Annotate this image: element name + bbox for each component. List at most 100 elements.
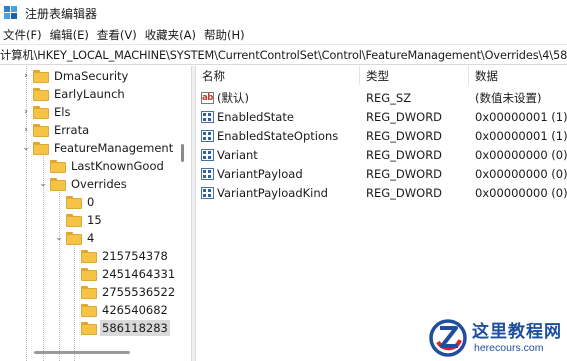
expander-icon <box>68 304 80 316</box>
value-data: 0x00000001 (1) <box>475 128 567 143</box>
column-header-data[interactable]: 数据 <box>469 66 567 85</box>
tree-item-label[interactable]: EarlyLaunch <box>52 86 127 102</box>
tree-item-label[interactable]: Els <box>52 104 72 120</box>
folder-icon <box>66 195 82 209</box>
tree-item[interactable]: ⌄ Overrides <box>37 175 129 193</box>
tree-item-label[interactable]: Errata <box>52 122 91 138</box>
address-bar[interactable]: 计算机\HKEY_LOCAL_MACHINE\SYSTEM\CurrentCon… <box>0 44 567 65</box>
menu-file[interactable]: 文件(F) <box>0 27 47 43</box>
folder-icon <box>50 159 66 173</box>
tree-item[interactable]: EarlyLaunch <box>20 85 127 103</box>
tree-item-label[interactable]: Overrides <box>69 176 129 192</box>
expander-icon[interactable]: › <box>20 70 32 82</box>
value-row[interactable]: VariantPayload REG_DWORD 0x00000000 (0) <box>196 164 567 183</box>
tree-item[interactable]: 426540682 <box>68 301 170 319</box>
value-data: 0x00000000 (0) <box>475 147 567 162</box>
column-header-name[interactable]: 名称 <box>196 66 360 85</box>
value-data: 0x00000000 (0) <box>475 166 567 181</box>
tree-item-label[interactable]: 15 <box>85 212 104 228</box>
folder-icon <box>66 231 82 245</box>
value-name: VariantPayload <box>217 166 303 181</box>
tree-item[interactable]: LastKnownGood <box>37 157 166 175</box>
expander-icon <box>68 322 80 334</box>
expander-icon[interactable]: › <box>20 106 32 118</box>
value-row[interactable]: ab (默认) REG_SZ (数值未设置) <box>196 88 567 107</box>
tree-item-label[interactable]: 0 <box>85 194 96 210</box>
folder-icon <box>33 123 49 137</box>
scrollbar-thumb[interactable] <box>181 144 184 162</box>
folder-icon <box>81 321 97 335</box>
site-watermark: 这里教程网 herecours.com <box>422 315 567 361</box>
value-row[interactable]: EnabledState REG_DWORD 0x00000001 (1) <box>196 107 567 126</box>
tree-horizontal-scrollbar[interactable] <box>0 346 178 361</box>
expander-icon[interactable]: ⌄ <box>20 142 32 154</box>
folder-icon <box>81 285 97 299</box>
value-row[interactable]: Variant REG_DWORD 0x00000000 (0) <box>196 145 567 164</box>
tree-item[interactable]: ⌄ 4 <box>53 229 96 247</box>
tree-item-label[interactable]: 215754378 <box>100 248 170 264</box>
menu-view[interactable]: 查看(V) <box>94 27 142 43</box>
expander-icon <box>20 88 32 100</box>
value-name: (默认) <box>217 90 249 105</box>
folder-icon <box>81 249 97 263</box>
folder-icon <box>66 213 82 227</box>
title-bar: 注册表编辑器 <box>0 0 567 26</box>
expander-icon[interactable]: ⌄ <box>37 178 49 190</box>
tree-item-label[interactable]: 2755536522 <box>100 284 177 300</box>
dword-value-icon <box>201 110 214 123</box>
folder-icon <box>81 303 97 317</box>
list-header: 名称 类型 数据 <box>196 66 567 85</box>
tree-item-label[interactable]: DmaSecurity <box>52 68 130 84</box>
tree-item-label[interactable]: 4 <box>85 230 96 246</box>
tree-item[interactable]: › DmaSecurity <box>20 67 130 85</box>
tree-item-label[interactable]: FeatureManagement <box>52 140 175 156</box>
scrollbar-thumb[interactable] <box>34 351 130 354</box>
value-data: 0x00000000 (0) <box>475 185 567 200</box>
registry-editor-icon <box>3 5 19 21</box>
value-data: (数值未设置) <box>475 90 542 105</box>
dword-value-icon <box>201 129 214 142</box>
value-type: REG_DWORD <box>366 147 443 162</box>
tree-vertical-scrollbar[interactable] <box>178 66 190 342</box>
tree-item[interactable]: 2755536522 <box>68 283 177 301</box>
tree-item-label[interactable]: 2451464331 <box>100 266 177 282</box>
expander-icon <box>53 196 65 208</box>
value-name: Variant <box>217 147 258 162</box>
tree-item-label[interactable]: 426540682 <box>100 302 170 318</box>
expander-icon[interactable]: ⌄ <box>53 232 65 244</box>
expander-icon <box>68 268 80 280</box>
watermark-url: herecours.com <box>474 341 544 354</box>
menu-help[interactable]: 帮助(H) <box>201 27 250 43</box>
tree-item-selected[interactable]: 586118283 <box>68 319 170 337</box>
tree-item[interactable]: 2451464331 <box>68 265 177 283</box>
key-tree: › DmaSecurity EarlyLaunch › Els › Errata… <box>0 66 191 361</box>
tree-item[interactable]: ⌄ FeatureManagement <box>20 139 175 157</box>
address-path[interactable]: 计算机\HKEY_LOCAL_MACHINE\SYSTEM\CurrentCon… <box>0 47 567 63</box>
value-type: REG_DWORD <box>366 185 443 200</box>
folder-icon <box>33 87 49 101</box>
tree-item-label[interactable]: LastKnownGood <box>69 158 166 174</box>
folder-icon <box>33 141 49 155</box>
tree-item[interactable]: 215754378 <box>68 247 170 265</box>
expander-icon <box>37 160 49 172</box>
value-data: 0x00000001 (1) <box>475 109 567 124</box>
value-row[interactable]: EnabledStateOptions REG_DWORD 0x00000001… <box>196 126 567 145</box>
tree-item[interactable]: › Els <box>20 103 72 121</box>
value-row[interactable]: VariantPayloadKind REG_DWORD 0x00000000 … <box>196 183 567 202</box>
tree-item[interactable]: 15 <box>53 211 104 229</box>
menu-favorites[interactable]: 收藏夹(A) <box>142 27 201 43</box>
tree-item[interactable]: › Errata <box>20 121 91 139</box>
value-type: REG_DWORD <box>366 166 443 181</box>
value-name: VariantPayloadKind <box>217 185 328 200</box>
expander-icon[interactable]: › <box>20 124 32 136</box>
dword-value-icon <box>201 186 214 199</box>
dword-value-icon <box>201 148 214 161</box>
expander-icon <box>53 214 65 226</box>
value-type: REG_DWORD <box>366 128 443 143</box>
string-value-icon: ab <box>201 91 214 104</box>
tree-item-label[interactable]: 586118283 <box>100 320 170 336</box>
menu-edit[interactable]: 编辑(E) <box>47 27 94 43</box>
column-header-type[interactable]: 类型 <box>360 66 469 85</box>
dword-value-icon <box>201 167 214 180</box>
tree-item[interactable]: 0 <box>53 193 96 211</box>
